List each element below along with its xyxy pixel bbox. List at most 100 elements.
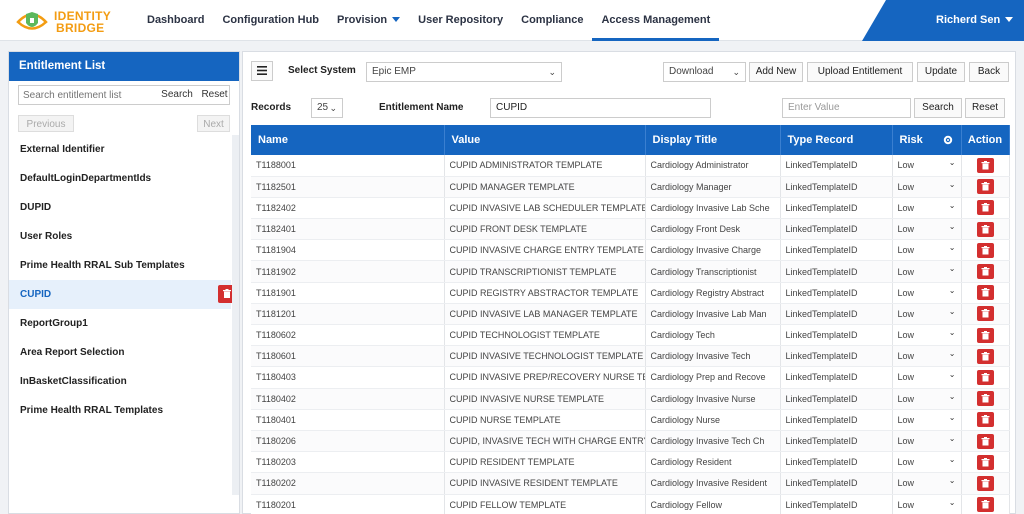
risk-select[interactable]: Low ⌄ [892, 303, 962, 326]
delete-row-button[interactable] [976, 200, 994, 216]
delete-row-button[interactable] [976, 285, 994, 301]
risk-select[interactable]: Low ⌄ [892, 494, 962, 514]
risk-select[interactable]: Low ⌄ [892, 388, 962, 410]
chevron-down-icon: ⌄ [329, 103, 337, 113]
risk-select[interactable]: Low ⌄ [892, 282, 962, 304]
filter-search-button[interactable]: Search [914, 98, 962, 118]
delete-row-button[interactable] [976, 179, 994, 195]
nav-provision[interactable]: Provision [328, 0, 409, 41]
entitlement-item[interactable]: Area Report Selection [9, 338, 231, 367]
risk-value: Low [897, 287, 915, 298]
risk-select[interactable]: Low ⌄ [892, 451, 962, 474]
delete-row-button[interactable] [976, 475, 994, 491]
entitlement-item[interactable]: Prime Health RRAL Sub Templates [9, 251, 231, 280]
cell-type-record: LinkedTemplateID [780, 451, 893, 474]
entitlement-search-button[interactable]: Search [157, 86, 197, 104]
update-button[interactable]: Update [917, 62, 965, 82]
user-menu[interactable]: Richerd Sen [862, 0, 1024, 41]
entitlement-reset-button[interactable]: Reset [199, 86, 230, 104]
table-row: T1180601 CUPID INVASIVE TECHNOLOGIST TEMP… [251, 345, 1010, 368]
filter-reset-button[interactable]: Reset [965, 98, 1005, 118]
delete-row-button[interactable] [976, 497, 994, 513]
table-row: T1180202 CUPID INVASIVE RESIDENT TEMPLATE… [251, 472, 1010, 495]
next-button[interactable]: Next [197, 115, 230, 132]
delete-row-button[interactable] [976, 242, 994, 258]
trash-icon [981, 394, 989, 403]
trash-icon [981, 351, 989, 361]
chevron-down-icon: ⌄ [948, 391, 956, 401]
delete-row-button[interactable] [976, 391, 994, 407]
risk-select[interactable]: Low ⌄ [892, 176, 962, 198]
risk-select[interactable]: Low ⌄ [892, 430, 962, 453]
cell-action [961, 155, 1010, 177]
risk-select[interactable]: Low ⌄ [892, 324, 962, 347]
cell-value: CUPID INVASIVE CHARGE ENTRY TEMPLATE [444, 239, 646, 262]
cell-type-record: LinkedTemplateID [780, 324, 893, 347]
risk-value: Low [897, 266, 915, 277]
risk-select[interactable]: Low ⌄ [892, 155, 962, 177]
entitlement-search-input[interactable] [19, 86, 155, 104]
entitlement-item[interactable]: InBasketClassification [9, 367, 231, 396]
nav-access-management[interactable]: Access Management [592, 0, 720, 41]
entitlement-name-field[interactable]: CUPID [490, 98, 711, 118]
top-navbar: IDENTITY BRIDGE Dashboard Configuration … [0, 0, 1024, 41]
risk-select[interactable]: Low ⌄ [892, 197, 962, 220]
delete-row-button[interactable] [976, 157, 994, 173]
risk-select[interactable]: Low ⌄ [892, 366, 962, 389]
entitlement-item[interactable]: Prime Health RRAL Templates [9, 396, 231, 425]
risk-select[interactable]: Low ⌄ [892, 218, 962, 241]
enter-value-input[interactable]: Enter Value [782, 98, 911, 118]
system-select[interactable]: Epic EMP ⌄ [366, 62, 562, 82]
cell-action [961, 451, 1010, 474]
list-scrollbar[interactable] [232, 135, 239, 495]
entitlement-item-selected[interactable]: CUPID [9, 280, 236, 309]
col-header-type-record[interactable]: Type Record [780, 125, 893, 155]
delete-row-button[interactable] [976, 348, 994, 364]
cell-display-title: Cardiology Manager [645, 176, 781, 198]
cell-action [961, 239, 1010, 262]
delete-row-button[interactable] [976, 264, 994, 280]
delete-row-button[interactable] [976, 412, 994, 428]
download-select-value: Download [669, 66, 714, 77]
risk-select[interactable]: Low ⌄ [892, 260, 962, 283]
col-header-risk[interactable]: Risk [892, 125, 962, 155]
delete-row-button[interactable] [976, 454, 994, 470]
menu-toggle-button[interactable] [251, 61, 273, 81]
delete-row-button[interactable] [976, 221, 994, 237]
records-select[interactable]: 25 ⌄ [311, 98, 343, 118]
entitlement-item[interactable]: DefaultLoginDepartmentIds [9, 164, 231, 193]
delete-row-button[interactable] [976, 369, 994, 385]
chevron-down-icon: ⌄ [732, 67, 740, 77]
chevron-down-icon: ⌄ [948, 328, 956, 337]
download-select[interactable]: Download ⌄ [663, 62, 746, 82]
previous-button[interactable]: Previous [18, 115, 74, 132]
risk-select[interactable]: Low ⌄ [892, 239, 962, 262]
gear-icon[interactable] [943, 135, 953, 145]
delete-row-button[interactable] [976, 327, 994, 343]
cell-name: T1182402 [251, 197, 445, 220]
nav-configuration-hub[interactable]: Configuration Hub [213, 0, 328, 41]
entitlement-item[interactable]: External Identifier [9, 135, 231, 164]
col-header-name[interactable]: Name [251, 125, 445, 155]
cell-name: T1180203 [251, 451, 445, 474]
chevron-down-icon: ⌄ [948, 349, 956, 359]
entitlement-item[interactable]: ReportGroup1 [9, 309, 231, 338]
col-header-display-title[interactable]: Display Title [645, 125, 781, 155]
identity-bridge-logo[interactable]: IDENTITY BRIDGE [16, 6, 126, 36]
trash-icon [981, 267, 989, 276]
delete-row-button[interactable] [976, 433, 994, 449]
nav-dashboard[interactable]: Dashboard [138, 0, 213, 41]
risk-select[interactable]: Low ⌄ [892, 345, 962, 368]
delete-row-button[interactable] [976, 306, 994, 322]
upload-entitlement-button[interactable]: Upload Entitlement [807, 62, 913, 82]
risk-value: Low [897, 351, 915, 362]
back-button[interactable]: Back [969, 62, 1009, 82]
col-header-value[interactable]: Value [444, 125, 646, 155]
entitlement-item[interactable]: User Roles [9, 222, 231, 251]
nav-compliance[interactable]: Compliance [512, 0, 592, 41]
nav-user-repository[interactable]: User Repository [409, 0, 512, 41]
risk-select[interactable]: Low ⌄ [892, 472, 962, 495]
entitlement-item[interactable]: DUPID [9, 193, 231, 222]
risk-select[interactable]: Low ⌄ [892, 409, 962, 431]
add-new-button[interactable]: Add New [749, 62, 803, 82]
